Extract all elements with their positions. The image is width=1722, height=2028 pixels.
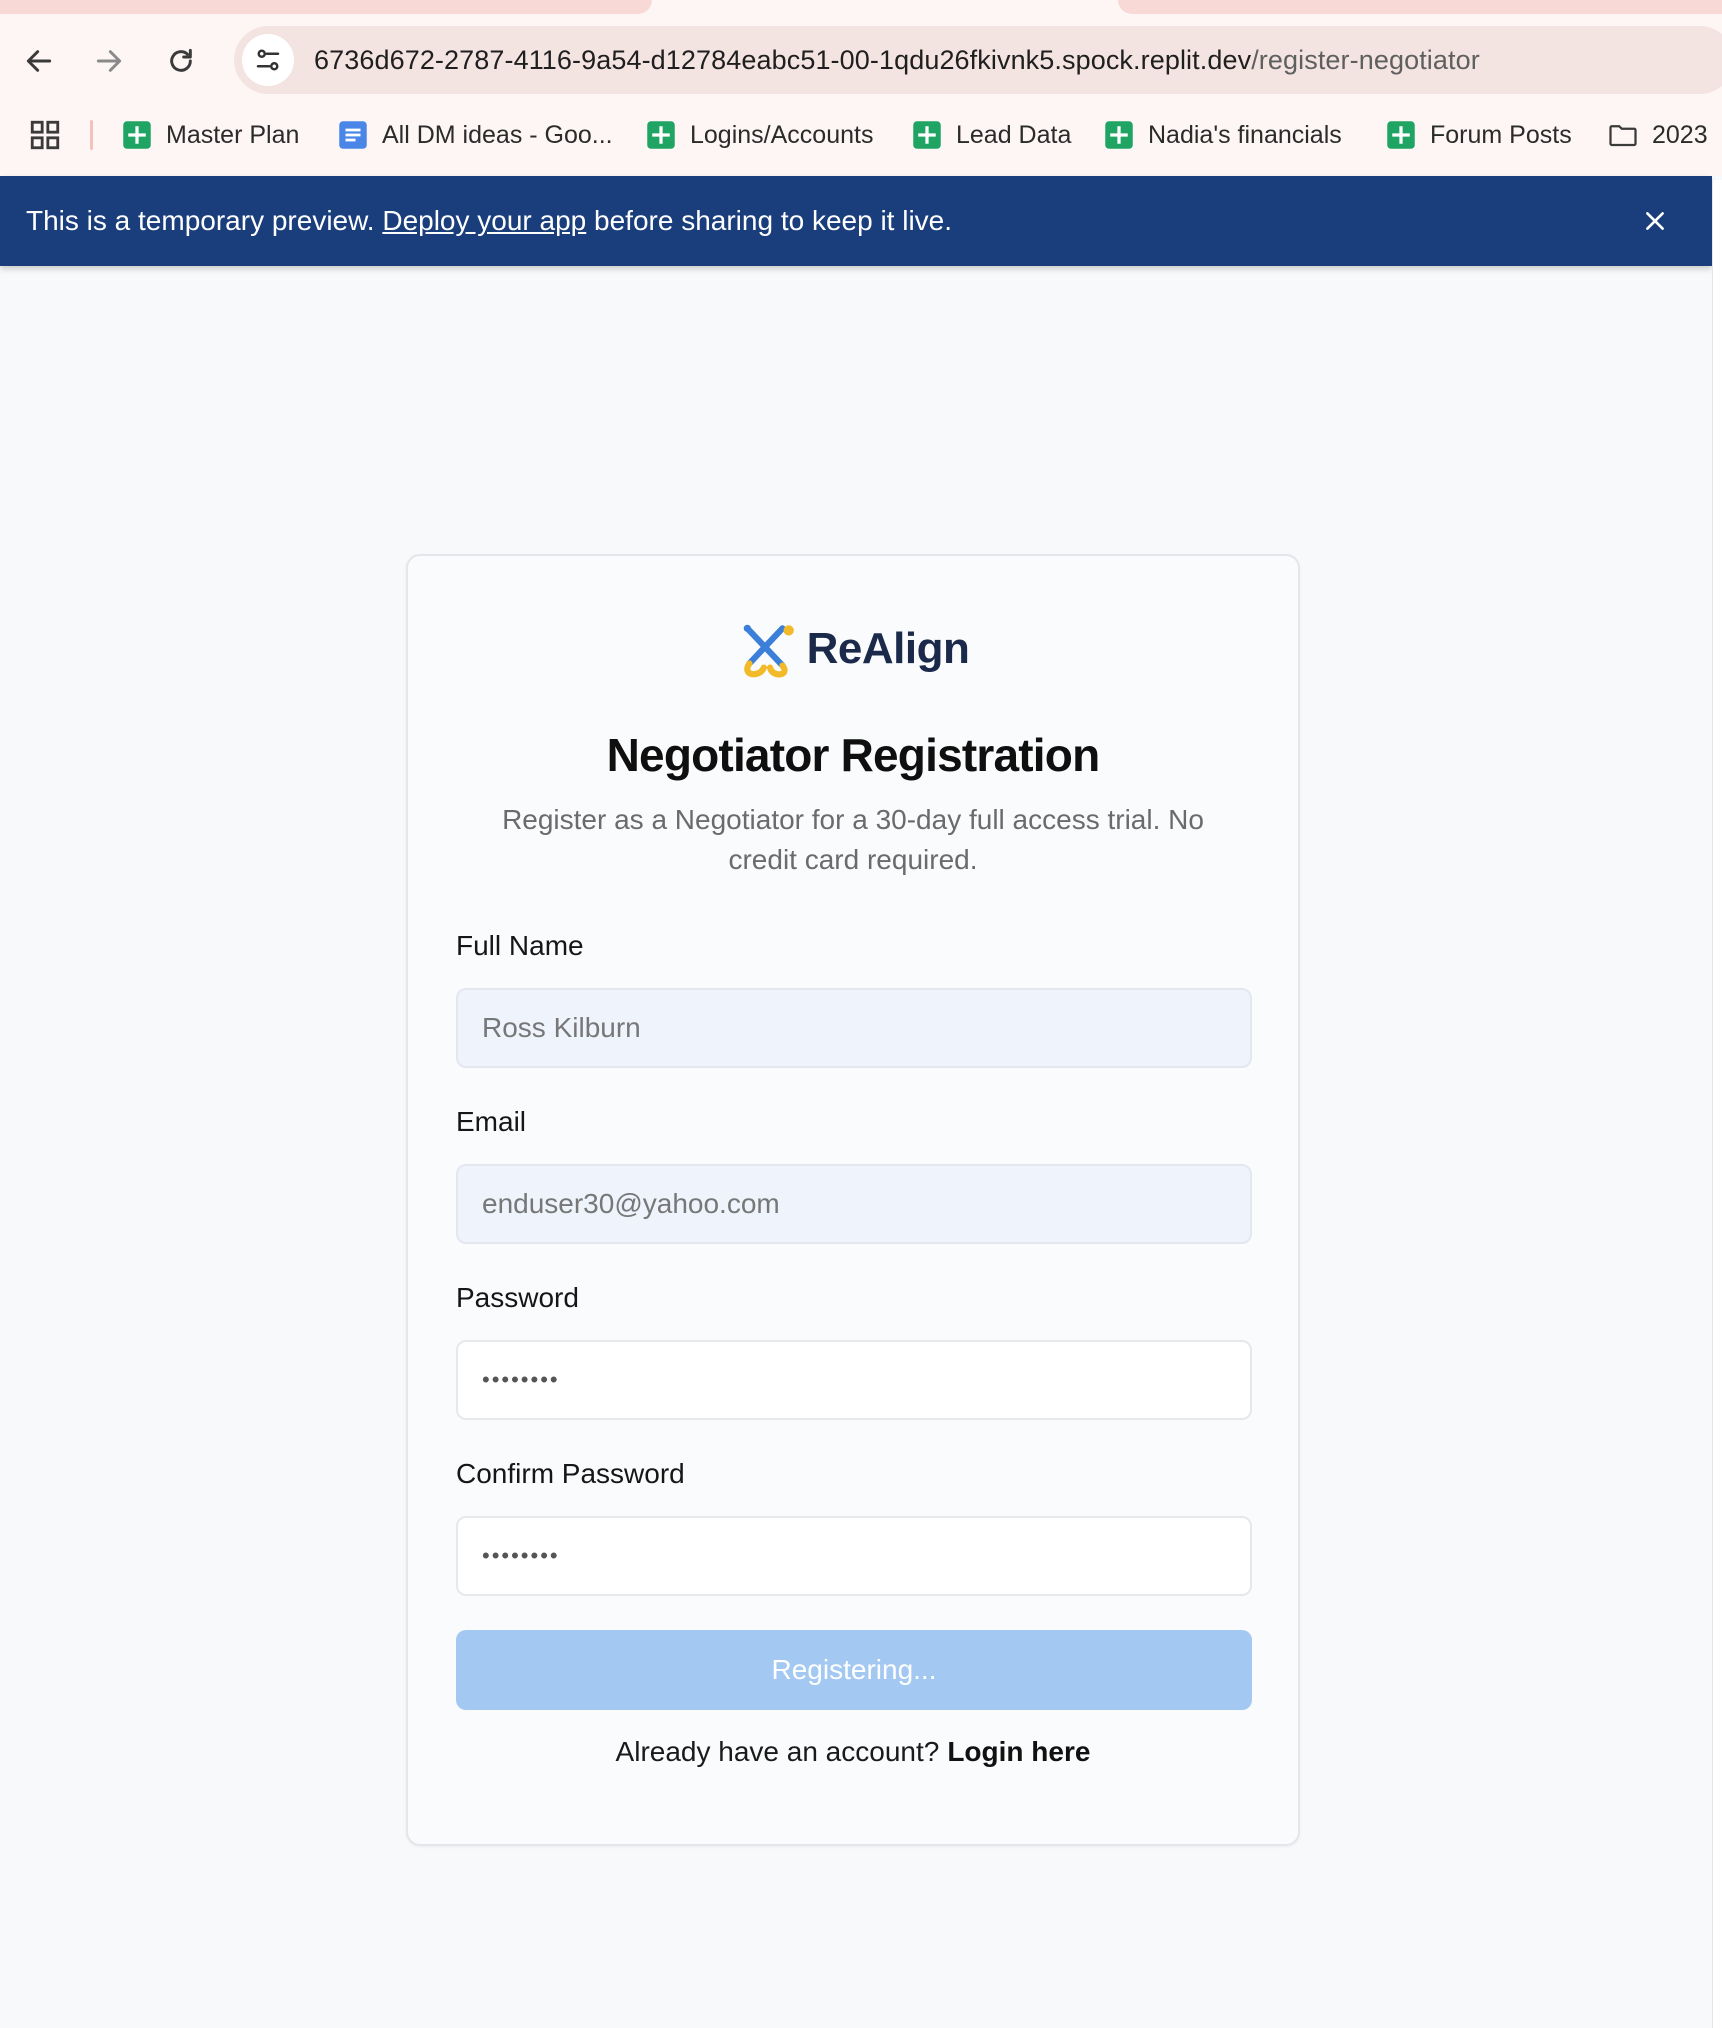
sheets-icon	[647, 121, 675, 149]
full-name-label: Full Name	[456, 930, 584, 961]
email-input[interactable]: enduser30@yahoo.com	[456, 1164, 1252, 1244]
bookmark-master-plan[interactable]: Master Plan	[122, 110, 299, 160]
sheets-icon	[1387, 121, 1415, 149]
bookmark-folder-2023[interactable]: 2023	[1608, 110, 1708, 160]
register-button[interactable]: Registering...	[456, 1630, 1252, 1710]
sheets-icon	[1105, 121, 1133, 149]
full-name-input[interactable]: Ross Kilburn	[456, 988, 1252, 1068]
deploy-app-link[interactable]: Deploy your app	[382, 205, 586, 236]
docs-icon	[339, 121, 367, 149]
bookmark-label: Forum Posts	[1430, 120, 1572, 149]
page-title: Negotiator Registration	[606, 729, 1101, 781]
banner-suffix: before sharing to keep it live.	[586, 205, 953, 236]
login-prompt: Already have an account? Login here	[408, 1722, 1298, 1782]
bookmark-label: Nadia's financials	[1148, 120, 1342, 149]
browser-toolbar: 6736d672-2787-4116-9a54-d12784eabc51-00-…	[0, 24, 1722, 96]
bookmark-label: Logins/Accounts	[690, 120, 874, 149]
bookmark-label: All DM ideas - Goo...	[382, 120, 613, 149]
back-button[interactable]	[14, 36, 64, 86]
arrow-right-icon	[96, 50, 122, 72]
site-info-button[interactable]	[242, 34, 294, 86]
bookmark-nadias-financials[interactable]: Nadia's financials	[1104, 110, 1342, 160]
bookmark-label: Master Plan	[166, 120, 300, 149]
reload-icon	[170, 48, 192, 72]
sheets-icon	[913, 121, 941, 149]
bookmarks-bar: Master Plan All DM ideas - Goo... Logins…	[0, 110, 1722, 160]
reload-button[interactable]	[156, 36, 206, 86]
banner-prefix: This is a temporary preview.	[26, 205, 383, 236]
banner-message: This is a temporary preview. Deploy your…	[26, 176, 952, 266]
url-host: 6736d672-2787-4116-9a54-d12784eabc51-00-…	[314, 44, 1252, 75]
bookmark-lead-data[interactable]: Lead Data	[912, 110, 1071, 160]
confirm-password-input[interactable]: ••••••••	[456, 1516, 1252, 1596]
url-text[interactable]: 6736d672-2787-4116-9a54-d12784eabc51-00-…	[314, 45, 1480, 76]
bookmark-logins-accounts[interactable]: Logins/Accounts	[646, 110, 873, 160]
banner-close-button[interactable]	[1636, 202, 1674, 240]
brand-name: ReAlign	[806, 624, 970, 673]
close-icon	[1646, 212, 1664, 230]
registration-card: ReAlign Negotiator Registration Register…	[406, 554, 1300, 1846]
confirm-password-label: Confirm Password	[456, 1458, 685, 1489]
bookmark-dm-ideas[interactable]: All DM ideas - Goo...	[338, 110, 613, 160]
inactive-tab[interactable]	[1118, 0, 1722, 14]
tune-icon	[256, 49, 280, 71]
password-input[interactable]: ••••••••	[456, 1340, 1252, 1420]
brand-logo: ReAlign	[408, 612, 1298, 686]
bookmark-label: 2023	[1652, 120, 1708, 149]
bookmark-label: Lead Data	[956, 120, 1072, 149]
url-path: /register-negotiator	[1251, 44, 1480, 75]
apps-grid-icon[interactable]	[28, 118, 62, 152]
login-prompt-text: Already have an account?	[615, 1736, 940, 1767]
page-subtitle: Register as a Negotiator for a 30-day fu…	[502, 804, 1204, 875]
realign-logo-icon	[743, 624, 794, 678]
sheets-icon	[123, 121, 151, 149]
folder-icon	[1609, 125, 1637, 147]
forward-button[interactable]	[84, 36, 134, 86]
login-link[interactable]: Login here	[947, 1736, 1090, 1768]
browser-chrome: 6736d672-2787-4116-9a54-d12784eabc51-00-…	[0, 0, 1722, 176]
tab-strip	[0, 0, 1722, 14]
address-bar[interactable]: 6736d672-2787-4116-9a54-d12784eabc51-00-…	[234, 26, 1722, 94]
password-label: Password	[456, 1282, 579, 1313]
inactive-tab[interactable]	[0, 0, 652, 14]
arrow-left-icon	[26, 50, 52, 72]
email-label: Email	[456, 1106, 527, 1137]
preview-banner: This is a temporary preview. Deploy your…	[0, 176, 1712, 266]
bookmark-forum-posts[interactable]: Forum Posts	[1386, 110, 1572, 160]
bookmarks-divider	[90, 120, 93, 150]
window-edge	[1712, 180, 1722, 2028]
